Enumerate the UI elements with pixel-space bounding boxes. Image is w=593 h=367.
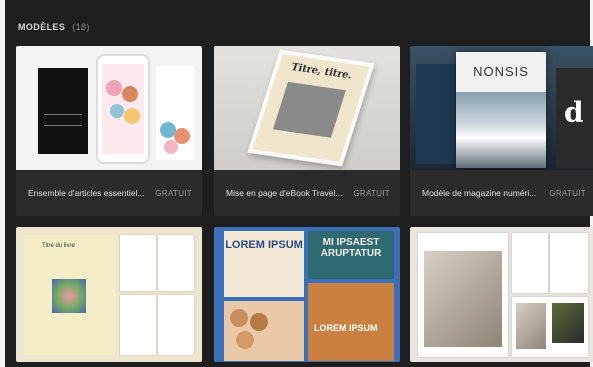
thumb-black-page: [38, 68, 88, 154]
thumb-lorem2-text: LOREM IPSUM: [314, 323, 378, 333]
card-title: Modèle de magazine numéri...: [422, 188, 537, 198]
template-card-articles[interactable]: Ensemble d'articles essentiel... GRATUIT: [16, 46, 202, 216]
template-card-magazine-2[interactable]: [410, 227, 593, 362]
card-footer: Ensemble d'articles essentiel... GRATUIT: [16, 170, 202, 216]
thumb-mi-panel: MI IPSAEST ARUPTATUR: [308, 231, 394, 279]
template-card-magazine[interactable]: NONSIS d Modèle de magazine numéri... GR…: [410, 46, 593, 216]
thumb-food-panel: [224, 301, 304, 361]
template-card-ebook[interactable]: Titre, titre. Mise en page d'eBook Trave…: [214, 46, 400, 216]
card-price: GRATUIT: [549, 188, 586, 198]
card-price: GRATUIT: [353, 188, 390, 198]
card-footer: Mise en page d'eBook Travel... GRATUIT: [214, 170, 400, 216]
thumb-side-letter: d: [564, 96, 584, 129]
template-thumbnail: Titre, titre.: [214, 46, 400, 170]
card-footer: Modèle de magazine numéri... GRATUIT: [410, 170, 593, 216]
template-thumbnail: [16, 46, 202, 170]
thumb-mi-text: MI IPSAEST ARUPTATUR: [320, 237, 382, 259]
thumb-lorem-text: LOREM IPSUM: [225, 239, 303, 251]
template-thumbnail: [410, 227, 593, 362]
thumb-magazine-cover: NONSIS: [456, 52, 546, 168]
thumb-book-cover: Titre du livre: [24, 235, 116, 355]
template-thumbnail: NONSIS d: [410, 46, 593, 170]
thumb-side-page: [416, 64, 456, 164]
left-frame-edge: [0, 0, 5, 367]
section-count: (18): [72, 22, 90, 32]
section-title: MODÈLES: [18, 22, 66, 32]
template-card-book[interactable]: Titre du livre: [16, 227, 202, 362]
template-thumbnail: Titre du livre: [16, 227, 202, 362]
template-thumbnail: LOREM IPSUM MI IPSAEST ARUPTATUR LOREM I…: [214, 227, 400, 362]
section-header: MODÈLES (18): [18, 22, 90, 32]
card-title: Mise en page d'eBook Travel...: [226, 188, 343, 198]
thumb-right-column: [156, 66, 194, 160]
thumb-tablet: Titre, titre.: [247, 49, 375, 167]
thumb-coffee-panel: LOREM IPSUM: [308, 283, 394, 361]
thumb-heading: Titre, titre.: [289, 61, 354, 82]
template-card-blog[interactable]: LOREM IPSUM MI IPSAEST ARUPTATUR LOREM I…: [214, 227, 400, 362]
thumb-phone: [96, 54, 150, 164]
thumb-masthead: NONSIS: [473, 64, 529, 79]
card-title: Ensemble d'articles essentiel...: [28, 188, 145, 198]
card-price: GRATUIT: [155, 188, 192, 198]
thumb-lorem-panel: LOREM IPSUM: [224, 231, 304, 297]
thumb-book-label: Titre du livre: [42, 243, 75, 249]
thumb-side-page: d: [556, 68, 593, 168]
